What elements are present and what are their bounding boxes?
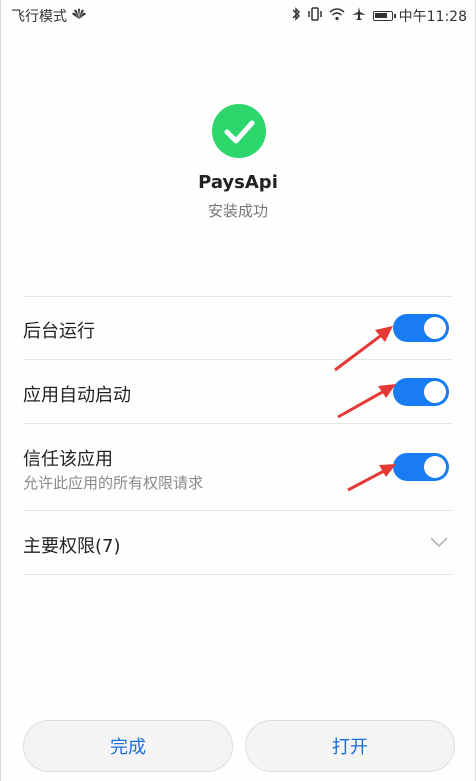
main-permissions-label[interactable]: 主要权限(7) bbox=[23, 532, 121, 558]
toggle-knob bbox=[424, 317, 446, 339]
annotation-arrow-icon bbox=[334, 326, 393, 372]
auto-start-toggle[interactable] bbox=[393, 378, 449, 406]
bluetooth-icon bbox=[291, 6, 301, 26]
huawei-logo-icon bbox=[71, 8, 87, 25]
auto-start-label: 应用自动启动 bbox=[23, 385, 131, 406]
divider bbox=[23, 296, 453, 297]
background-run-toggle[interactable] bbox=[393, 314, 449, 342]
install-result-screen: 飞行模式 中午11:28 PaysApi 安装成功 后台运行 应用自动启动 信任… bbox=[0, 0, 476, 781]
trust-app-label: 信任该应用 bbox=[23, 449, 113, 470]
wifi-icon bbox=[329, 7, 345, 26]
status-left: 飞行模式 bbox=[11, 6, 87, 26]
divider bbox=[23, 574, 453, 575]
app-name: PaysApi bbox=[198, 172, 278, 193]
toggle-knob bbox=[424, 456, 446, 478]
trust-app-toggle[interactable] bbox=[393, 453, 449, 481]
annotation-arrow-icon bbox=[337, 384, 396, 419]
vibrate-icon bbox=[307, 6, 323, 26]
open-button[interactable]: 打开 bbox=[245, 720, 455, 772]
divider bbox=[23, 423, 453, 424]
status-bar: 飞行模式 中午11:28 bbox=[1, 0, 475, 30]
success-check-icon bbox=[212, 104, 266, 158]
toggle-knob bbox=[424, 381, 446, 403]
battery-icon bbox=[372, 11, 396, 21]
status-time: 中午11:28 bbox=[398, 9, 467, 25]
divider bbox=[23, 510, 453, 511]
chevron-down-icon[interactable] bbox=[429, 533, 449, 552]
airplane-icon bbox=[351, 6, 367, 26]
status-right: 中午11:28 bbox=[291, 6, 467, 26]
background-run-label: 后台运行 bbox=[23, 321, 95, 342]
airplane-mode-label: 飞行模式 bbox=[11, 9, 67, 25]
trust-app-description: 允许此应用的所有权限请求 bbox=[23, 474, 204, 492]
install-status-text: 安装成功 bbox=[207, 202, 268, 220]
annotation-arrow-icon bbox=[347, 464, 396, 492]
done-button[interactable]: 完成 bbox=[23, 720, 233, 772]
